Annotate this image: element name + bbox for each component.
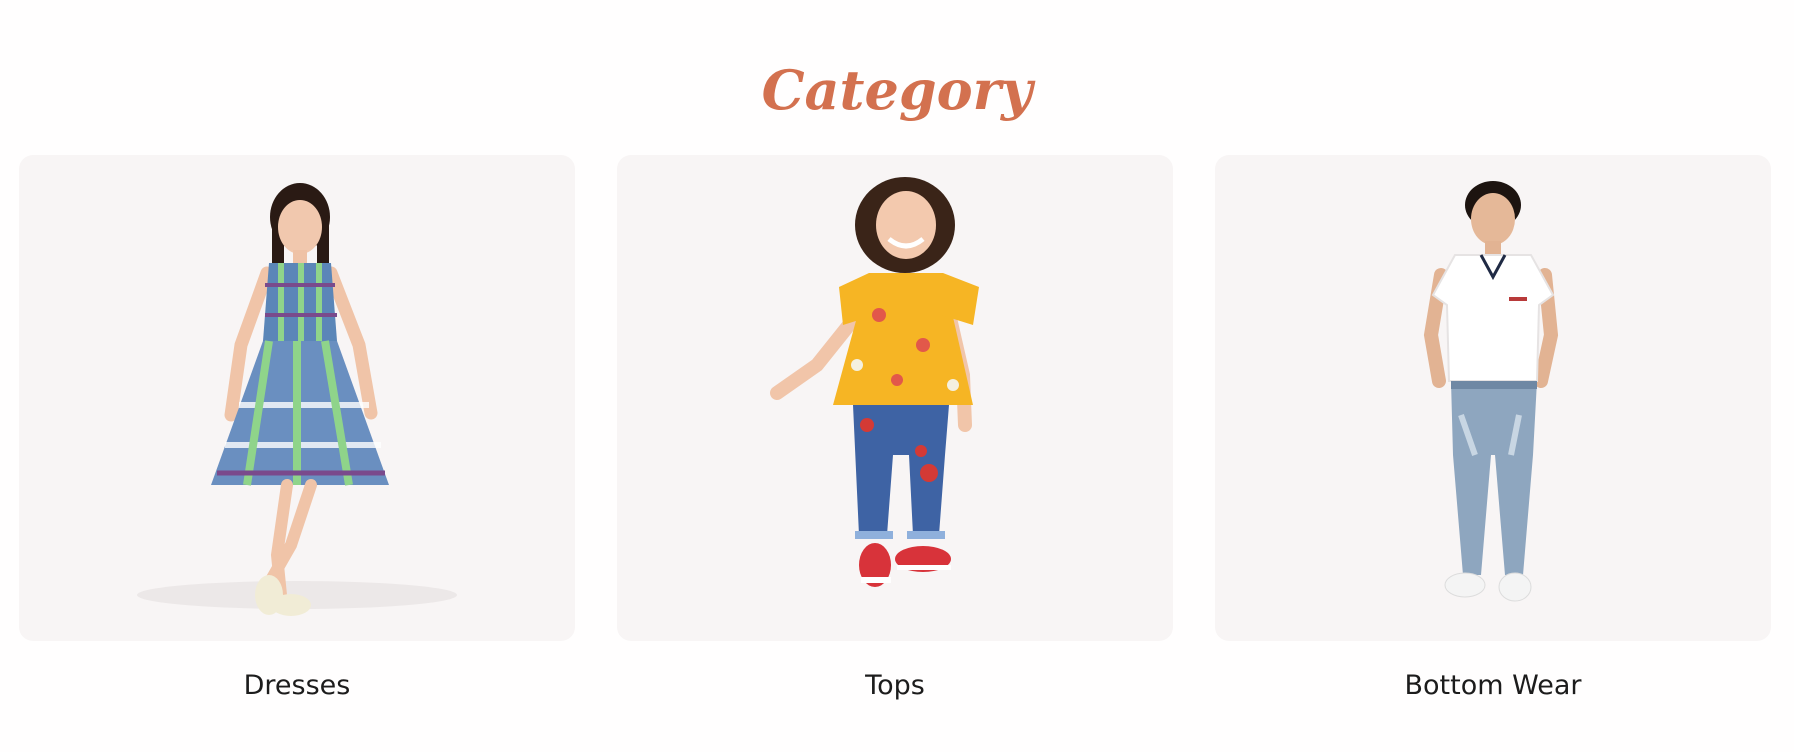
category-label-dresses[interactable]: Dresses [19,670,575,701]
category-label-bottom-wear[interactable]: Bottom Wear [1215,670,1771,701]
category-card-bottom-wear[interactable] [1215,155,1771,641]
category-card-tops[interactable] [617,155,1173,641]
girl-in-plaid-dress-image [137,183,457,616]
boy-in-white-polo-and-jeans-image [1423,181,1559,602]
girl-in-yellow-floral-top-image [770,177,979,587]
category-label-tops[interactable]: Tops [617,670,1173,701]
category-card-dresses[interactable] [19,155,575,641]
section-title: Category [761,58,1033,122]
